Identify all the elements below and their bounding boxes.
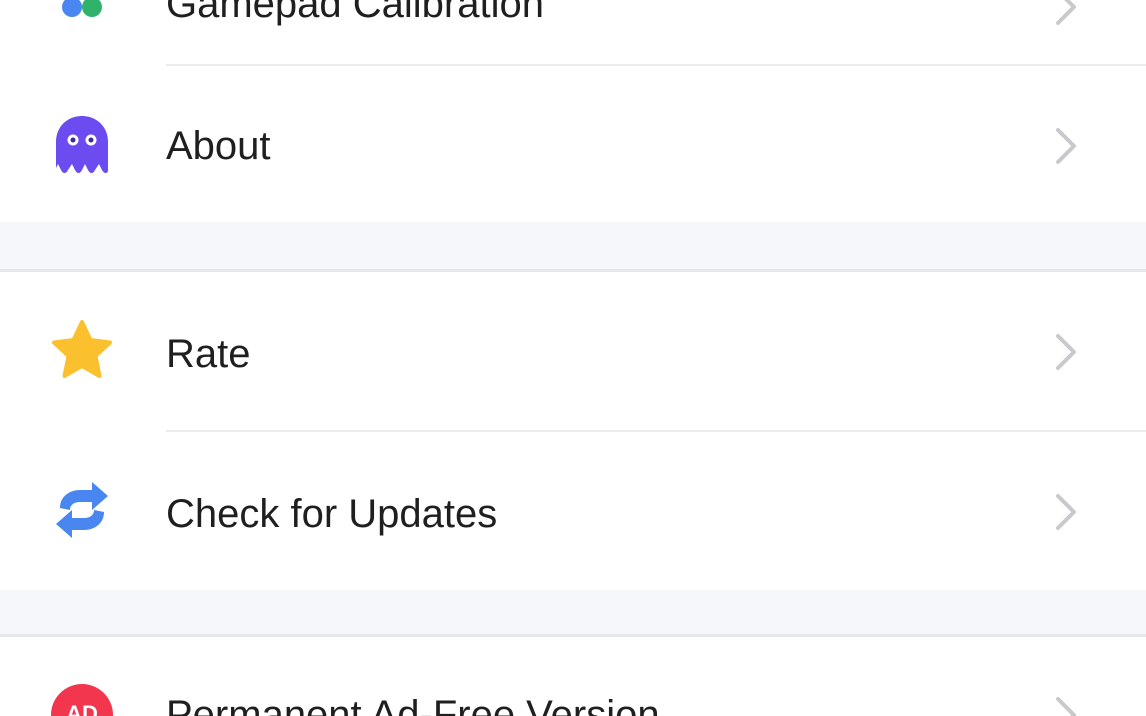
settings-row-check-for-updates[interactable]: Check for Updates [0,432,1146,590]
settings-row-label: Gamepad Calibration [166,0,544,26]
section-separator [0,222,1146,272]
settings-row-label: Check for Updates [166,492,498,536]
svg-text:AD: AD [66,701,98,716]
chevron-right-icon [1050,693,1082,716]
chevron-right-icon [1050,124,1082,168]
settings-row-label: About [166,124,271,168]
section-separator [0,590,1146,637]
settings-row-label: Rate [166,332,251,376]
settings-row-gamepad-calibration[interactable]: Gamepad Calibration [0,0,1146,64]
chevron-right-icon [1050,330,1082,374]
chevron-right-icon [1050,490,1082,534]
gamepad-icon [50,0,114,39]
settings-row-about[interactable]: About [0,66,1146,222]
settings-row-ad-free-version[interactable]: AD Permanent Ad-Free Version [0,637,1146,716]
settings-screen: Gamepad Calibration About Rate Check for… [0,0,1146,716]
star-icon [50,319,114,383]
ghost-icon [50,112,114,176]
settings-row-rate[interactable]: Rate [0,272,1146,430]
settings-row-label: Permanent Ad-Free Version [166,693,660,716]
refresh-icon [50,478,114,542]
chevron-right-icon [1050,0,1082,29]
ad-free-icon: AD [50,683,114,716]
